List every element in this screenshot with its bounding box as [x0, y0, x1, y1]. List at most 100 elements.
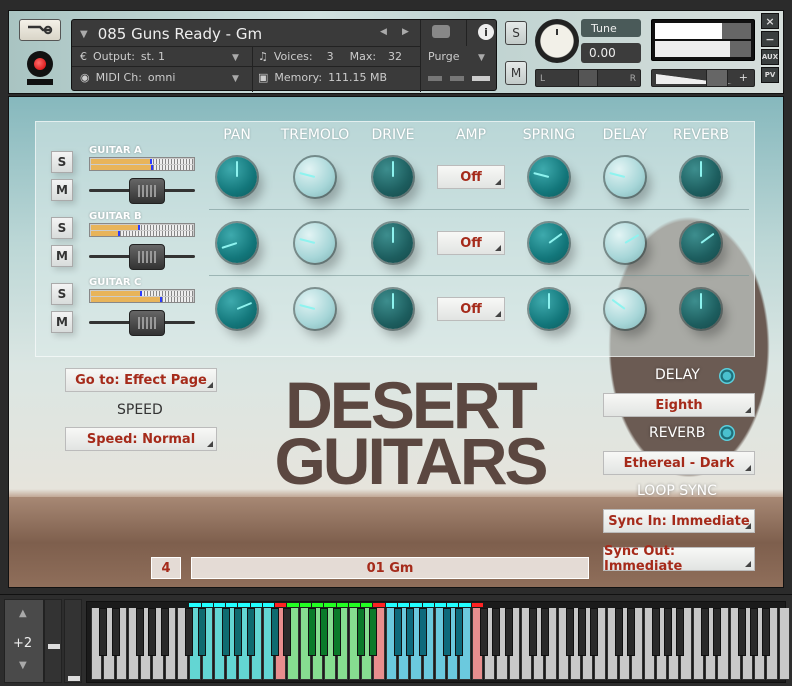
pitch-wheel[interactable] — [44, 599, 62, 683]
volume-slider[interactable]: − + — [651, 69, 755, 87]
reverb-knob[interactable] — [679, 287, 723, 331]
black-key[interactable] — [443, 608, 452, 656]
black-key[interactable] — [455, 608, 464, 656]
white-key[interactable] — [778, 608, 790, 680]
black-key[interactable] — [762, 608, 771, 656]
delay-knob[interactable] — [603, 155, 647, 199]
black-key[interactable] — [529, 608, 538, 656]
output-value[interactable]: st. 1 — [141, 50, 165, 63]
midi-dropdown-icon[interactable]: ▼ — [232, 74, 239, 84]
edit-instrument-button[interactable] — [19, 19, 61, 41]
max-voices-value[interactable]: 32 — [388, 50, 402, 63]
goto-page-dropdown[interactable]: Go to: Effect Page — [65, 368, 217, 392]
black-key[interactable] — [357, 608, 366, 656]
purge-dropdown-icon[interactable]: ▼ — [478, 53, 485, 63]
mod-wheel[interactable] — [64, 599, 82, 683]
delay-sync-led[interactable] — [719, 368, 735, 384]
instrument-menu-arrow-icon[interactable]: ▼ — [80, 29, 88, 40]
black-key[interactable] — [271, 608, 280, 656]
pan-knob[interactable] — [215, 287, 259, 331]
solo-button[interactable]: S — [505, 21, 527, 45]
black-key[interactable] — [627, 608, 636, 656]
black-key[interactable] — [246, 608, 255, 656]
delay-knob[interactable] — [603, 287, 647, 331]
info-icon[interactable]: i — [478, 24, 494, 40]
black-key[interactable] — [332, 608, 341, 656]
black-key[interactable] — [283, 608, 292, 656]
black-key[interactable] — [590, 608, 599, 656]
black-key[interactable] — [308, 608, 317, 656]
reverb-type-dropdown[interactable]: Ethereal - Dark — [603, 451, 755, 475]
record-icon[interactable] — [27, 51, 53, 77]
speed-dropdown[interactable]: Speed: Normal — [65, 427, 217, 451]
reverb-led[interactable] — [719, 425, 735, 441]
black-key[interactable] — [111, 608, 120, 656]
volume-handle[interactable] — [706, 70, 728, 86]
black-key[interactable] — [492, 608, 501, 656]
pan-slider[interactable]: L R — [535, 69, 641, 87]
amp-dropdown[interactable]: Off — [437, 297, 505, 321]
amp-dropdown[interactable]: Off — [437, 165, 505, 189]
spring-knob[interactable] — [527, 221, 571, 265]
tremolo-knob[interactable] — [293, 221, 337, 265]
mute-button[interactable]: M — [505, 61, 527, 85]
camera-icon[interactable] — [432, 25, 450, 38]
pattern-number[interactable]: 4 — [151, 557, 181, 579]
black-key[interactable] — [713, 608, 722, 656]
instrument-name[interactable]: 085 Guns Ready - Gm — [98, 25, 262, 43]
delay-knob[interactable] — [603, 221, 647, 265]
track-solo-button[interactable]: S — [51, 217, 73, 239]
black-key[interactable] — [750, 608, 759, 656]
black-key[interactable] — [479, 608, 488, 656]
black-key[interactable] — [737, 608, 746, 656]
spring-knob[interactable] — [527, 155, 571, 199]
black-key[interactable] — [676, 608, 685, 656]
black-key[interactable] — [369, 608, 378, 656]
black-key[interactable] — [222, 608, 231, 656]
black-key[interactable] — [136, 608, 145, 656]
pv-button[interactable]: PV — [761, 67, 779, 83]
black-key[interactable] — [185, 608, 194, 656]
delay-time-dropdown[interactable]: Eighth — [603, 393, 755, 417]
black-key[interactable] — [197, 608, 206, 656]
midi-value[interactable]: omni — [148, 71, 175, 84]
black-key[interactable] — [541, 608, 550, 656]
track-mute-button[interactable]: M — [51, 311, 73, 333]
pan-knob[interactable] — [215, 221, 259, 265]
black-key[interactable] — [406, 608, 415, 656]
track-mute-button[interactable]: M — [51, 179, 73, 201]
tune-value[interactable]: 0.00 — [581, 43, 641, 63]
tune-knob[interactable] — [535, 19, 579, 63]
pan-knob[interactable] — [215, 155, 259, 199]
reverb-knob[interactable] — [679, 155, 723, 199]
black-key[interactable] — [504, 608, 513, 656]
drive-knob[interactable] — [371, 221, 415, 265]
octave-shift[interactable]: ▲ +2 ▼ — [4, 599, 44, 683]
octave-down-icon[interactable]: ▼ — [19, 660, 27, 671]
track-solo-button[interactable]: S — [51, 151, 73, 173]
output-dropdown-icon[interactable]: ▼ — [232, 53, 239, 63]
black-key[interactable] — [664, 608, 673, 656]
tremolo-knob[interactable] — [293, 155, 337, 199]
amp-dropdown[interactable]: Off — [437, 231, 505, 255]
black-key[interactable] — [160, 608, 169, 656]
black-key[interactable] — [615, 608, 624, 656]
black-key[interactable] — [394, 608, 402, 656]
purge-menu[interactable]: Purge — [428, 50, 460, 63]
close-button[interactable]: × — [761, 13, 779, 29]
sync-out-dropdown[interactable]: Sync Out: Immediate — [603, 544, 755, 574]
fader-handle[interactable] — [129, 310, 166, 336]
next-instrument-icon[interactable]: ▶ — [402, 27, 409, 37]
black-key[interactable] — [148, 608, 157, 656]
drive-knob[interactable] — [371, 155, 415, 199]
black-key[interactable] — [320, 608, 329, 656]
aux-button[interactable]: AUX — [761, 49, 779, 65]
pattern-name[interactable]: 01 Gm — [191, 557, 589, 579]
spring-knob[interactable] — [527, 287, 571, 331]
fader-handle[interactable] — [129, 244, 166, 270]
black-key[interactable] — [99, 608, 108, 656]
black-key[interactable] — [565, 608, 574, 656]
sync-in-dropdown[interactable]: Sync In: Immediate — [603, 509, 755, 533]
track-mute-button[interactable]: M — [51, 245, 73, 267]
fader-handle[interactable] — [129, 178, 166, 204]
